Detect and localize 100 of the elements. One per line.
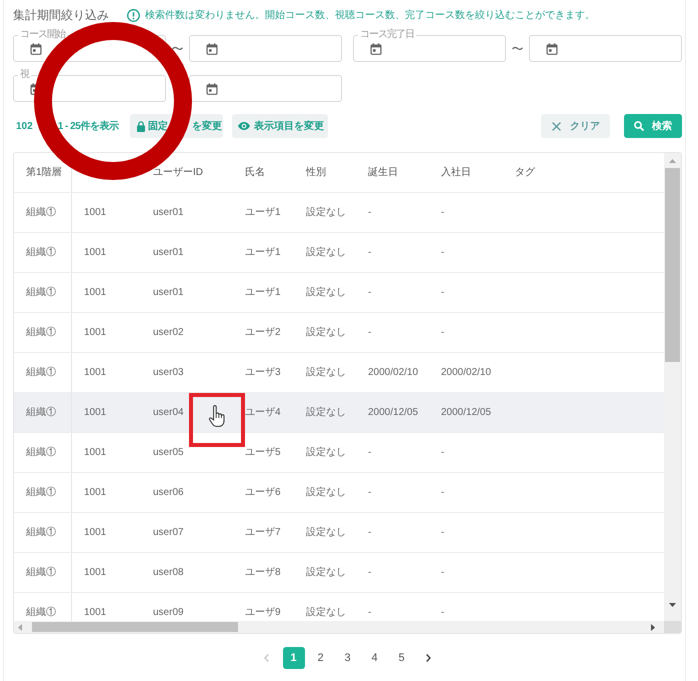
table-cell: 設定なし: [306, 566, 346, 580]
table-cell: 2000/02/10: [368, 366, 418, 380]
table-cell: 設定なし: [306, 286, 346, 300]
table-cell: 組織①: [26, 206, 56, 220]
page-button[interactable]: 4: [364, 647, 386, 669]
table-cell: -: [441, 286, 444, 300]
table-row[interactable]: 組織① 1001 user04 ユーザ4 設定なし 2000/12/05 2000/12/05: [14, 393, 664, 433]
range-separator: 〜: [512, 42, 524, 56]
calendar-icon: [206, 82, 218, 94]
table-cell: user01: [153, 246, 184, 260]
table-row[interactable]: 組織① 1001 user02 ユーザ2 設定なし - -: [14, 313, 664, 353]
table-cell: -: [441, 446, 444, 460]
table-cell: ユーザ1: [245, 206, 281, 220]
scrollbar-thumb[interactable]: [665, 168, 680, 362]
table-cell: user02: [153, 326, 184, 340]
table-row[interactable]: 組織① 1001 user07 ユーザ7 設定なし - -: [14, 513, 664, 553]
column-header: 誕生日: [368, 166, 398, 180]
table-cell: ユーザ4: [245, 406, 281, 420]
table-cell: -: [441, 206, 444, 220]
table-row[interactable]: 組織① 1001 user01 ユーザ1 設定なし - -: [14, 273, 664, 313]
result-count: 102: [16, 120, 33, 134]
table-cell: user05: [153, 446, 184, 460]
calendar-icon: [546, 42, 558, 54]
table-cell: 組織①: [26, 286, 56, 300]
table-cell: -: [368, 526, 372, 540]
table-cell: -: [368, 286, 372, 300]
chevron-right-icon: [426, 654, 431, 662]
table-row[interactable]: 組織① 1001 user08 ユーザ8 設定なし - -: [14, 553, 664, 593]
table-cell: 組織①: [26, 366, 56, 380]
calendar-icon: [30, 42, 42, 54]
page-button[interactable]: 5: [390, 647, 412, 669]
table-cell: ユーザ1: [245, 246, 281, 260]
table-cell: 1001: [84, 406, 106, 420]
table-cell: 設定なし: [306, 326, 346, 340]
table-cell: ユーザ3: [245, 366, 281, 380]
info-icon: [127, 9, 140, 22]
table-row[interactable]: 組織① 1001 user03 ユーザ3 設定なし 2000/02/10 2000/02/10: [14, 353, 664, 393]
page-button[interactable]: 2: [310, 647, 332, 669]
scroll-up-icon[interactable]: [669, 159, 676, 163]
table-cell: -: [368, 566, 372, 580]
table-row[interactable]: 組織① 1001 user05 ユーザ5 設定なし - -: [14, 433, 664, 473]
table-cell: 1001: [84, 446, 106, 460]
table-cell: user07: [153, 526, 184, 540]
table-cell: 設定なし: [306, 606, 346, 620]
table-cell: ユーザ8: [245, 566, 281, 580]
table-cell: 1001: [84, 606, 106, 620]
scroll-left-icon[interactable]: [18, 624, 22, 631]
table-cell: 組織①: [26, 406, 56, 420]
table-row[interactable]: 組織① 1001 user01 ユーザ1 設定なし - -: [14, 233, 664, 273]
vertical-scrollbar[interactable]: [664, 153, 681, 621]
table-cell: user03: [153, 366, 184, 380]
scroll-down-icon[interactable]: [669, 603, 676, 607]
scrollbar-thumb[interactable]: [32, 622, 238, 632]
calendar-icon: [370, 42, 382, 54]
table-cell: -: [441, 326, 444, 340]
table-cell: 1001: [84, 286, 106, 300]
table-cell: 設定なし: [306, 366, 346, 380]
table-cell: 設定なし: [306, 206, 346, 220]
table-cell: 1001: [84, 366, 106, 380]
table-cell: 組織①: [26, 326, 56, 340]
table-cell: ユーザ5: [245, 446, 281, 460]
table-cell: 組織①: [26, 606, 56, 620]
table-cell: -: [368, 486, 372, 500]
table-cell: 設定なし: [306, 406, 346, 420]
table-row[interactable]: 組織① 1001 user06 ユーザ6 設定なし - -: [14, 473, 664, 513]
chevron-left-icon: [264, 654, 269, 662]
table-cell: 設定なし: [306, 486, 346, 500]
table-cell: user06: [153, 486, 184, 500]
search-icon: [634, 121, 644, 131]
column-header: 氏名: [245, 166, 265, 180]
scroll-right-icon[interactable]: [651, 624, 655, 631]
table-cell: ユーザ9: [245, 606, 281, 620]
table-cell: ユーザ2: [245, 326, 281, 340]
column-header: 性別: [306, 166, 326, 180]
table-cell: -: [368, 246, 372, 260]
table-cell: 組織①: [26, 446, 56, 460]
table-cell: 1001: [84, 566, 106, 580]
table-cell: 設定なし: [306, 246, 346, 260]
table-cell: -: [441, 566, 444, 580]
result-range: 1 - 25件を表示: [58, 120, 118, 134]
table-cell: 設定なし: [306, 446, 346, 460]
column-header: 入社日: [441, 166, 471, 180]
table-cell: -: [441, 486, 444, 500]
horizontal-scrollbar[interactable]: [14, 621, 664, 633]
table-cell: 組織①: [26, 566, 56, 580]
table-cell: 設定なし: [306, 526, 346, 540]
table-cell: 1001: [84, 246, 106, 260]
hand-cursor-icon: [208, 405, 225, 427]
table-cell: -: [368, 206, 372, 220]
table-cell: user01: [153, 206, 184, 220]
table-cell: user08: [153, 566, 184, 580]
table-cell: user09: [153, 606, 184, 620]
table-cell: ユーザ1: [245, 286, 281, 300]
table-cell: ユーザ7: [245, 526, 281, 540]
annotation-rectangle: [189, 393, 245, 447]
table-row[interactable]: 組織① 1001 user01 ユーザ1 設定なし - -: [14, 193, 664, 233]
table-cell: 1001: [84, 486, 106, 500]
table-cell: -: [368, 606, 372, 620]
page-button[interactable]: 3: [336, 647, 358, 669]
column-header: タグ: [515, 166, 535, 180]
